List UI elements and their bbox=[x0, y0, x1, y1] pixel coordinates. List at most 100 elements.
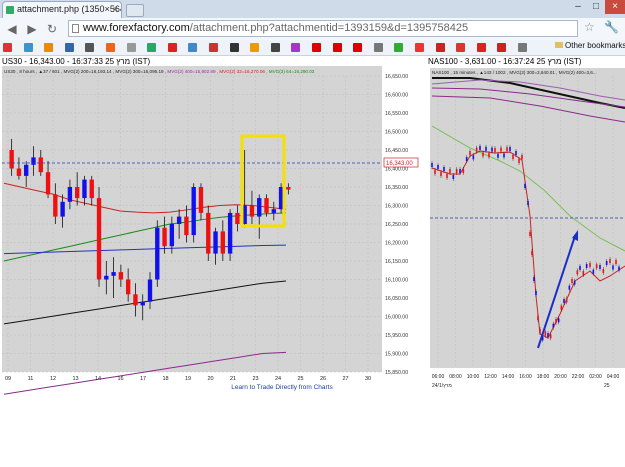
right-candle-body bbox=[491, 147, 493, 152]
right-candle-body bbox=[544, 331, 547, 336]
date-label: 25 bbox=[604, 383, 610, 389]
forward-button[interactable]: ▶ bbox=[24, 21, 40, 37]
url-path: /attachment.php?attachmentid=1393159&d=1… bbox=[189, 22, 469, 34]
right-candle-body bbox=[589, 263, 591, 267]
right-candle-body bbox=[535, 291, 537, 295]
bookmark-icon[interactable] bbox=[229, 43, 239, 52]
maximize-button[interactable]: □ bbox=[587, 0, 605, 14]
bookmark-icon[interactable] bbox=[188, 43, 198, 52]
x-tick-label: 17 bbox=[140, 376, 146, 382]
candle-body bbox=[38, 157, 43, 173]
x-tick-label: 13 bbox=[72, 376, 78, 382]
right-candle-body bbox=[521, 155, 523, 159]
bookmark-icon[interactable] bbox=[497, 43, 507, 52]
bookmark-icon[interactable] bbox=[209, 43, 218, 52]
x-tick-label: 14:00 bbox=[502, 374, 515, 380]
y-tick-label: 15,850.00 bbox=[385, 370, 408, 376]
bookmark-icon[interactable] bbox=[476, 43, 486, 52]
x-tick-label: 20:00 bbox=[554, 374, 567, 380]
new-tab-button[interactable] bbox=[126, 4, 144, 17]
y-tick-label: 16,200.00 bbox=[385, 241, 408, 247]
candle-body bbox=[24, 164, 29, 176]
bookmark-icon[interactable] bbox=[44, 43, 54, 52]
y-tick-label: 16,100.00 bbox=[385, 278, 408, 284]
bookmark-icon[interactable] bbox=[332, 43, 342, 52]
right-candle-body bbox=[494, 148, 496, 152]
y-tick-label: 15,950.00 bbox=[385, 333, 408, 339]
info-segment: MVG(2) 300=16,096.19 , bbox=[115, 69, 167, 74]
bookmark-icon[interactable] bbox=[435, 43, 445, 52]
right-candle-body bbox=[500, 147, 502, 152]
bookmark-icon[interactable] bbox=[167, 43, 177, 52]
bookmark-icon[interactable] bbox=[147, 43, 157, 52]
x-tick-label: 16 bbox=[117, 376, 123, 382]
info-segment: MVG(3) 64=16,290.03 bbox=[269, 69, 315, 74]
candle-body bbox=[206, 212, 211, 254]
reload-button[interactable]: ↻ bbox=[44, 21, 60, 37]
right-candle-body bbox=[547, 333, 549, 337]
wrench-icon[interactable]: 🔧 bbox=[604, 20, 619, 34]
left-chart-info: US30 , 8 hours , ▲37 / 601 , MVG(2) 200=… bbox=[4, 69, 315, 74]
right-candle-body bbox=[462, 169, 465, 173]
bookmark-icon[interactable] bbox=[373, 43, 383, 52]
y-tick-label: 16,000.00 bbox=[385, 315, 408, 321]
candle-body bbox=[31, 157, 36, 165]
right-candle-body bbox=[497, 153, 499, 158]
bookmark-icon[interactable] bbox=[85, 43, 95, 52]
bookmark-icon[interactable] bbox=[415, 43, 424, 52]
x-tick-label: 06:00 bbox=[432, 374, 445, 380]
left-chart-title: US30 - 16,343.00 - 16:37:33 25 מרץ (IST) bbox=[2, 57, 150, 66]
right-candle-body bbox=[512, 155, 514, 159]
bookmark-icon[interactable] bbox=[126, 43, 136, 52]
candle-body bbox=[147, 279, 153, 302]
right-candle-body bbox=[518, 159, 520, 163]
browser-tab[interactable]: attachment.php (1350×564 × bbox=[2, 1, 122, 18]
browser-toolbar: ◀ ▶ ↻ www.forexfactory.com/attachment.ph… bbox=[0, 18, 625, 40]
address-bar[interactable]: www.forexfactory.com/attachment.php?atta… bbox=[68, 20, 578, 37]
bookmark-icon[interactable] bbox=[23, 43, 33, 52]
x-tick-label: 11 bbox=[28, 376, 34, 382]
bookmark-icon[interactable] bbox=[353, 43, 363, 52]
other-bookmarks-label: Other bookmarks bbox=[565, 41, 625, 50]
bookmark-icon[interactable] bbox=[250, 43, 260, 52]
bookmark-icon[interactable] bbox=[312, 43, 321, 52]
info-segment: US30 , 8 hours , ▲37 / 601 , MVG(2) 200=… bbox=[4, 69, 115, 74]
bookmark-icon[interactable] bbox=[456, 43, 466, 52]
y-tick-label: 16,050.00 bbox=[385, 296, 408, 302]
info-segment: MVG(2) 32=16,270.06 , bbox=[219, 69, 268, 74]
right-candle-body bbox=[549, 334, 552, 339]
bookmark-icon[interactable] bbox=[106, 43, 115, 52]
chart-footer-link[interactable]: Learn to Trade Directly from Charts bbox=[231, 384, 333, 391]
right-candle-body bbox=[582, 271, 585, 275]
candle-body bbox=[220, 231, 226, 254]
right-candle-body bbox=[524, 184, 526, 188]
x-tick-label: 25 bbox=[297, 376, 303, 382]
candle-body bbox=[271, 209, 276, 213]
bookmark-star-icon[interactable]: ☆ bbox=[584, 20, 595, 34]
page-blank-area bbox=[0, 396, 625, 467]
right-candle-body bbox=[615, 260, 617, 264]
right-candle-body bbox=[539, 329, 541, 333]
right-candle-body bbox=[485, 146, 487, 151]
candle-body bbox=[16, 168, 22, 176]
close-tab-icon[interactable]: × bbox=[113, 2, 118, 17]
back-button[interactable]: ◀ bbox=[4, 21, 20, 37]
y-tick-label: 16,250.00 bbox=[385, 222, 408, 228]
bookmark-icon[interactable] bbox=[3, 43, 12, 52]
bookmark-icon[interactable] bbox=[64, 43, 74, 52]
close-window-button[interactable]: × bbox=[605, 0, 625, 14]
bookmark-icon[interactable] bbox=[291, 43, 301, 52]
bookmark-icon[interactable] bbox=[518, 43, 527, 52]
right-candle-body bbox=[446, 174, 448, 178]
minimize-button[interactable]: – bbox=[569, 0, 587, 14]
x-tick-label: 04:00 bbox=[607, 374, 620, 380]
right-candle-body bbox=[479, 146, 481, 150]
bookmark-icon[interactable] bbox=[394, 43, 404, 52]
x-tick-label: 20 bbox=[207, 376, 213, 382]
bookmark-icon[interactable] bbox=[270, 43, 280, 52]
candle-body bbox=[111, 272, 116, 276]
right-candle-body bbox=[465, 157, 468, 161]
right-candle-body bbox=[568, 285, 571, 290]
right-candle-body bbox=[557, 318, 560, 323]
other-bookmarks[interactable]: Other bookmarks bbox=[555, 41, 625, 50]
